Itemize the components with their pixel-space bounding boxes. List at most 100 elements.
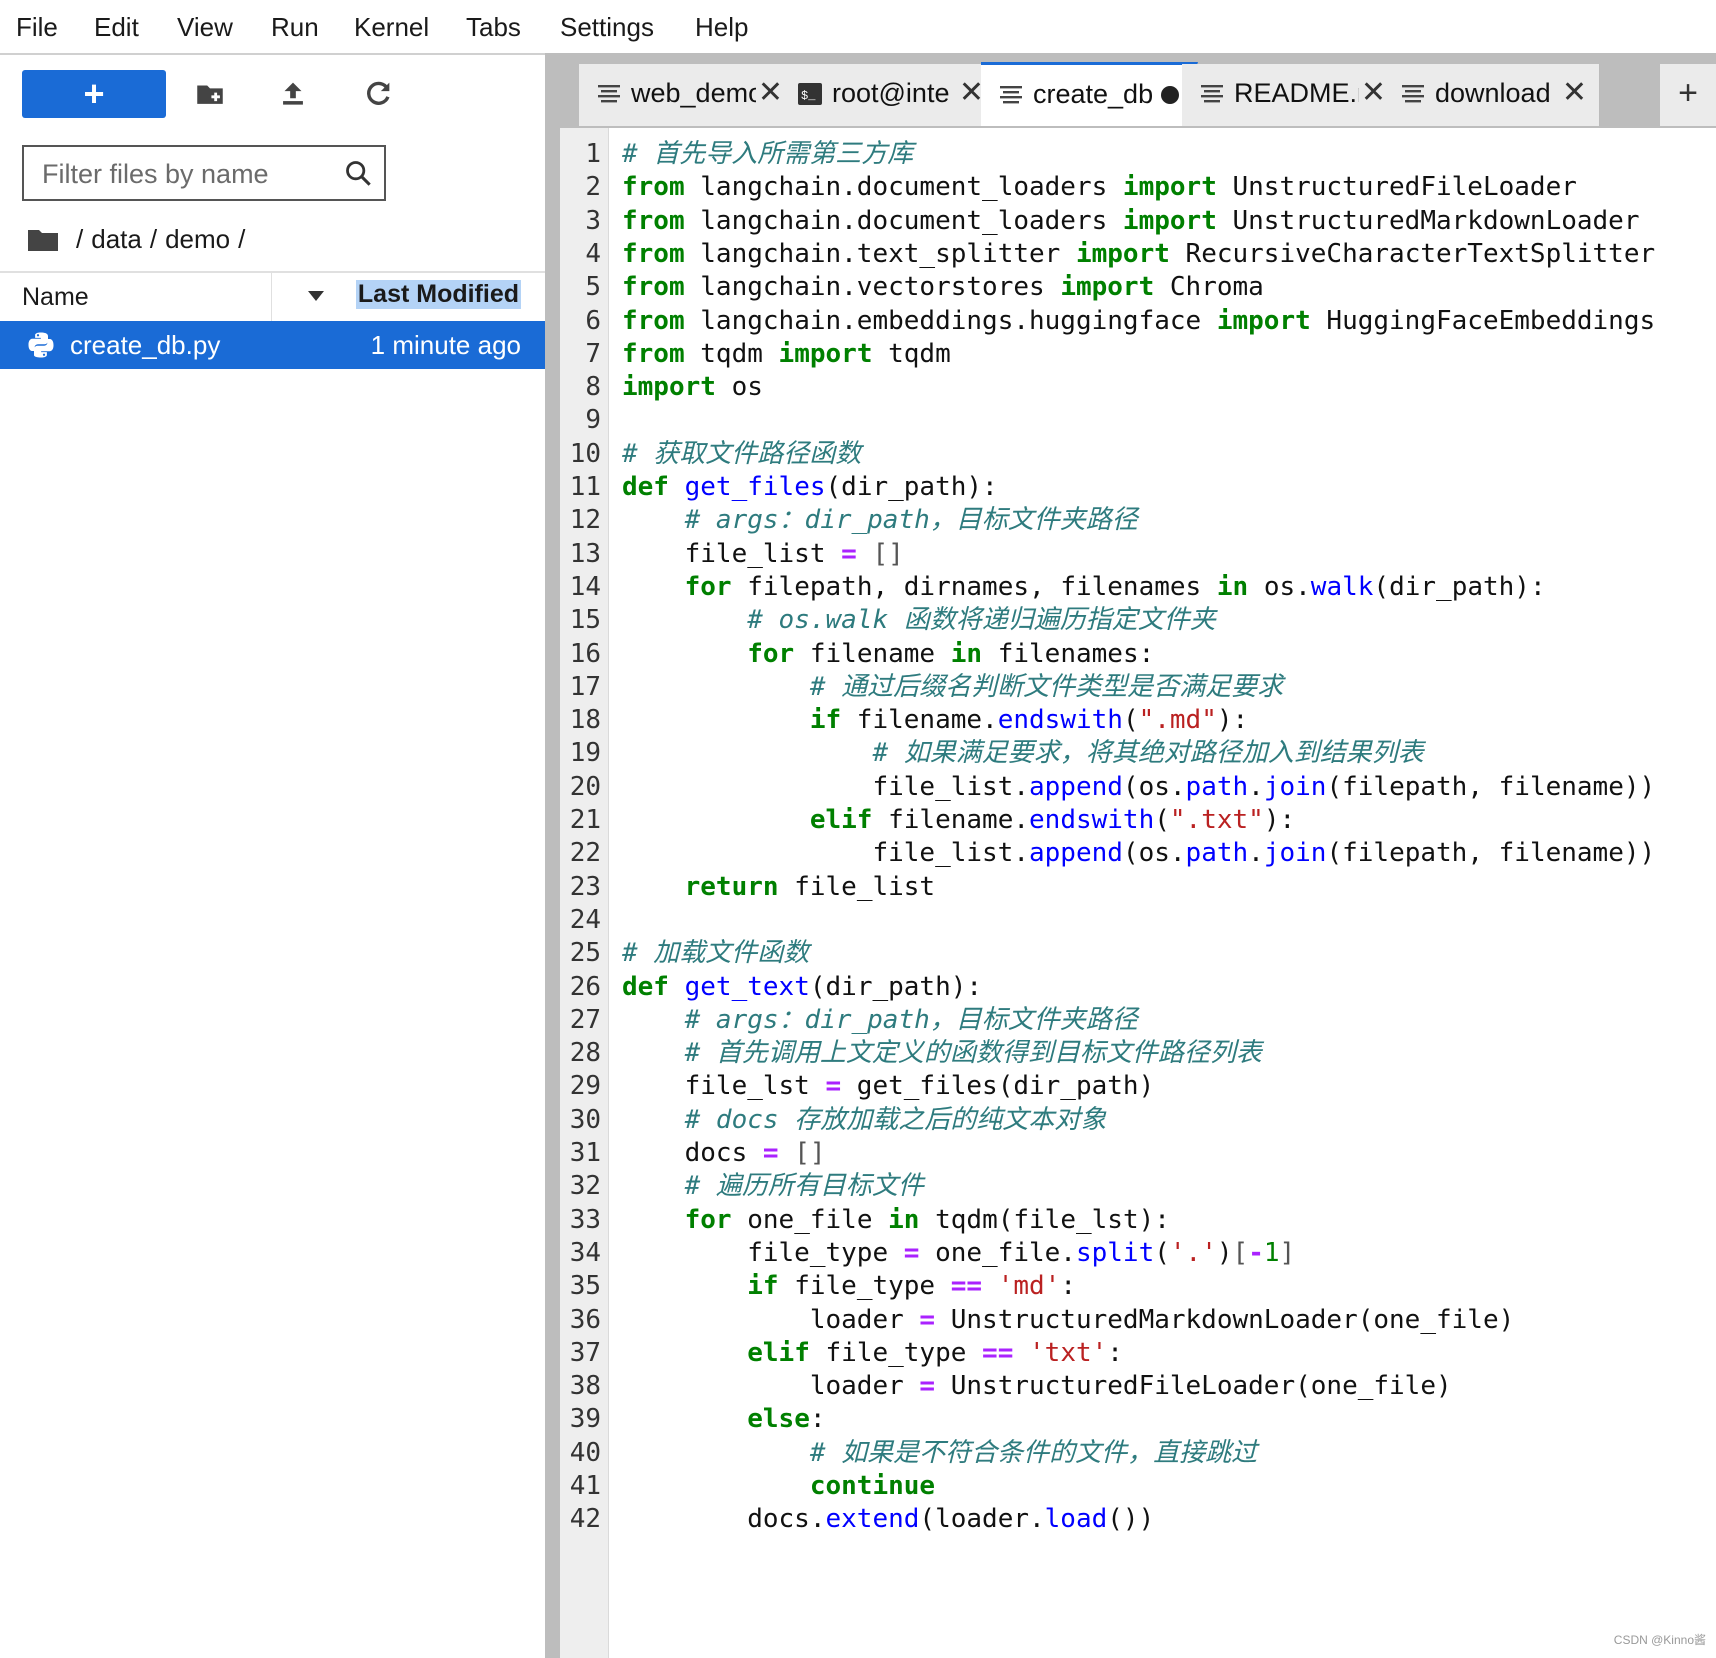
code-line[interactable]: 36 loader = UnstructuredMarkdownLoader(o… xyxy=(560,1302,1716,1338)
code-line[interactable]: 35 if file_type == 'md': xyxy=(560,1268,1716,1304)
menu-run[interactable]: Run xyxy=(271,10,319,44)
code-line[interactable]: 39 else: xyxy=(560,1401,1716,1437)
code-line[interactable]: 2 from langchain.document_loaders import … xyxy=(560,169,1716,205)
code-line[interactable]: 40 # 如果是不符合条件的文件，直接跳过 xyxy=(560,1435,1716,1471)
code-line[interactable]: 21 elif filename.endswith(".txt"): xyxy=(560,802,1716,838)
line-number: 29 xyxy=(569,1071,601,1102)
code-line[interactable]: 1 # 首先导入所需第三方库 xyxy=(560,136,1716,172)
editor-tab-bar: web_demo✕ $_ root@inte ✕ create_db README.md✕… xyxy=(560,53,1716,128)
line-number: 25 xyxy=(569,938,601,969)
menu-help[interactable]: Help xyxy=(695,10,748,44)
line-number: 15 xyxy=(569,605,601,636)
code-line-text: from langchain.document_loaders import U… xyxy=(622,205,1640,236)
filter-files-box xyxy=(22,145,386,201)
code-line[interactable]: 17 # 通过后缀名判断文件类型是否满足要求 xyxy=(560,669,1716,705)
code-line[interactable]: 34 file_type = one_file.split('.')[-1] xyxy=(560,1235,1716,1271)
code-line[interactable]: 38 loader = UnstructuredFileLoader(one_f… xyxy=(560,1368,1716,1404)
line-number: 2 xyxy=(585,172,601,203)
code-line[interactable]: 3 from langchain.document_loaders import … xyxy=(560,203,1716,239)
code-line[interactable]: 24 xyxy=(560,902,1716,938)
code-line-text: from langchain.text_splitter import Recu… xyxy=(622,238,1656,269)
code-line[interactable]: 7 from tqdm import tqdm xyxy=(560,336,1716,372)
tab-label: create_db xyxy=(1033,79,1154,109)
refresh-icon[interactable] xyxy=(361,77,395,111)
menu-kernel[interactable]: Kernel xyxy=(354,10,429,44)
folder-icon[interactable] xyxy=(28,227,58,251)
code-line[interactable]: 9 xyxy=(560,402,1716,438)
code-line[interactable]: 14 for filepath, dirnames, filenames in … xyxy=(560,569,1716,605)
search-icon[interactable] xyxy=(344,159,372,187)
line-number: 20 xyxy=(569,771,601,802)
upload-icon[interactable] xyxy=(276,77,310,111)
code-line[interactable]: 32 # 遍历所有目标文件 xyxy=(560,1168,1716,1204)
menu-file[interactable]: File xyxy=(16,10,58,44)
code-editor[interactable]: 1 # 首先导入所需第三方库 2 from langchain.document_lo… xyxy=(560,128,1716,1658)
column-last-modified-header[interactable]: Last Modified xyxy=(355,280,521,309)
close-tab-icon[interactable]: ✕ xyxy=(1562,76,1587,110)
code-line[interactable]: 16 for filename in filenames: xyxy=(560,636,1716,672)
code-line[interactable]: 26 def get_text(dir_path): xyxy=(560,969,1716,1005)
code-line-text: # 如果满足要求，将其绝对路径加入到结果列表 xyxy=(872,738,1424,769)
code-line[interactable]: 11 def get_files(dir_path): xyxy=(560,469,1716,505)
line-number: 7 xyxy=(585,338,601,369)
tab-1[interactable]: $_ root@inte ✕ xyxy=(780,64,997,126)
new-launcher-button[interactable]: + xyxy=(22,70,166,118)
code-line[interactable]: 18 if filename.endswith(".md"): xyxy=(560,702,1716,738)
code-line[interactable]: 8 import os xyxy=(560,369,1716,405)
line-number: 34 xyxy=(569,1237,601,1268)
code-line[interactable]: 19 # 如果满足要求，将其绝对路径加入到结果列表 xyxy=(560,735,1716,771)
file-last-modified: 1 minute ago xyxy=(370,330,521,360)
menu-view[interactable]: View xyxy=(177,10,233,44)
file-name: create_db.py xyxy=(70,330,221,360)
tab-3[interactable]: README.md✕ xyxy=(1182,64,1399,126)
tab-4[interactable]: download ✕ xyxy=(1383,64,1600,126)
filter-files-input[interactable] xyxy=(24,147,344,201)
code-line[interactable]: 29 file_lst = get_files(dir_path) xyxy=(560,1068,1716,1104)
sort-caret-icon[interactable] xyxy=(308,291,324,301)
code-line[interactable]: 15 # os.walk 函数将递归遍历指定文件夹 xyxy=(560,602,1716,638)
new-tab-button[interactable]: + xyxy=(1660,64,1716,126)
code-line-text: elif file_type == 'txt': xyxy=(747,1337,1123,1368)
menu-bar: File Edit View Run Kernel Tabs Settings … xyxy=(0,0,1716,55)
code-line[interactable]: 27 # args：dir_path，目标文件夹路径 xyxy=(560,1002,1716,1038)
line-number: 26 xyxy=(569,971,601,1002)
code-line[interactable]: 23 return file_list xyxy=(560,869,1716,905)
column-name-header[interactable]: Name xyxy=(22,283,89,312)
menu-settings[interactable]: Settings xyxy=(560,10,654,44)
code-line-text: from langchain.vectorstores import Chrom… xyxy=(622,272,1264,303)
code-line-text: continue xyxy=(809,1471,936,1501)
new-folder-icon[interactable] xyxy=(193,77,227,111)
menu-tabs[interactable]: Tabs xyxy=(466,10,521,44)
code-line[interactable]: 13 file_list = [] xyxy=(560,536,1716,572)
code-line-text: # docs 存放加载之后的纯文本对象 xyxy=(684,1104,1107,1135)
code-line[interactable]: 42 docs.extend(loader.load()) xyxy=(560,1501,1716,1537)
code-line[interactable]: 37 elif file_type == 'txt': xyxy=(560,1335,1716,1371)
code-line[interactable]: 22 file_list.append(os.path.join(filepat… xyxy=(560,835,1716,871)
code-line[interactable]: 30 # docs 存放加载之后的纯文本对象 xyxy=(560,1102,1716,1138)
panel-splitter[interactable] xyxy=(545,53,560,1658)
code-line-text: file_list.append(os.path.join(filepath, … xyxy=(622,838,1656,869)
file-row-create-db[interactable]: create_db.py 1 minute ago xyxy=(0,321,545,369)
line-number: 11 xyxy=(569,472,601,502)
code-line[interactable]: 41 continue xyxy=(560,1468,1716,1504)
code-line[interactable]: 6 from langchain.embeddings.huggingface i… xyxy=(560,303,1716,339)
code-line[interactable]: 31 docs = [] xyxy=(560,1135,1716,1171)
code-line[interactable]: 25 # 加载文件函数 xyxy=(560,935,1716,971)
line-number: 14 xyxy=(569,571,601,602)
column-divider[interactable] xyxy=(271,273,272,321)
code-line-text: # 如果是不符合条件的文件，直接跳过 xyxy=(809,1437,1258,1468)
code-line[interactable]: 4 from langchain.text_splitter import Rec… xyxy=(560,236,1716,272)
code-line[interactable]: 5 from langchain.vectorstores import Chro… xyxy=(560,269,1716,305)
tab-2[interactable]: create_db xyxy=(981,62,1198,126)
breadcrumb-demo[interactable]: demo xyxy=(165,224,230,255)
code-line[interactable]: 28 # 首先调用上文定义的函数得到目标文件路径列表 xyxy=(560,1035,1716,1071)
menu-edit[interactable]: Edit xyxy=(94,10,139,44)
code-line[interactable]: 10 # 获取文件路径函数 xyxy=(560,436,1716,472)
line-number: 41 xyxy=(569,1471,601,1501)
unsaved-dot-icon[interactable] xyxy=(1161,86,1179,104)
code-line[interactable]: 33 for one_file in tqdm(file_lst): xyxy=(560,1202,1716,1238)
breadcrumb-data[interactable]: data xyxy=(91,224,142,255)
code-line[interactable]: 20 file_list.append(os.path.join(filepat… xyxy=(560,769,1716,805)
tab-0[interactable]: web_demo ✕ xyxy=(579,64,796,126)
code-line[interactable]: 12 # args：dir_path，目标文件夹路径 xyxy=(560,502,1716,538)
